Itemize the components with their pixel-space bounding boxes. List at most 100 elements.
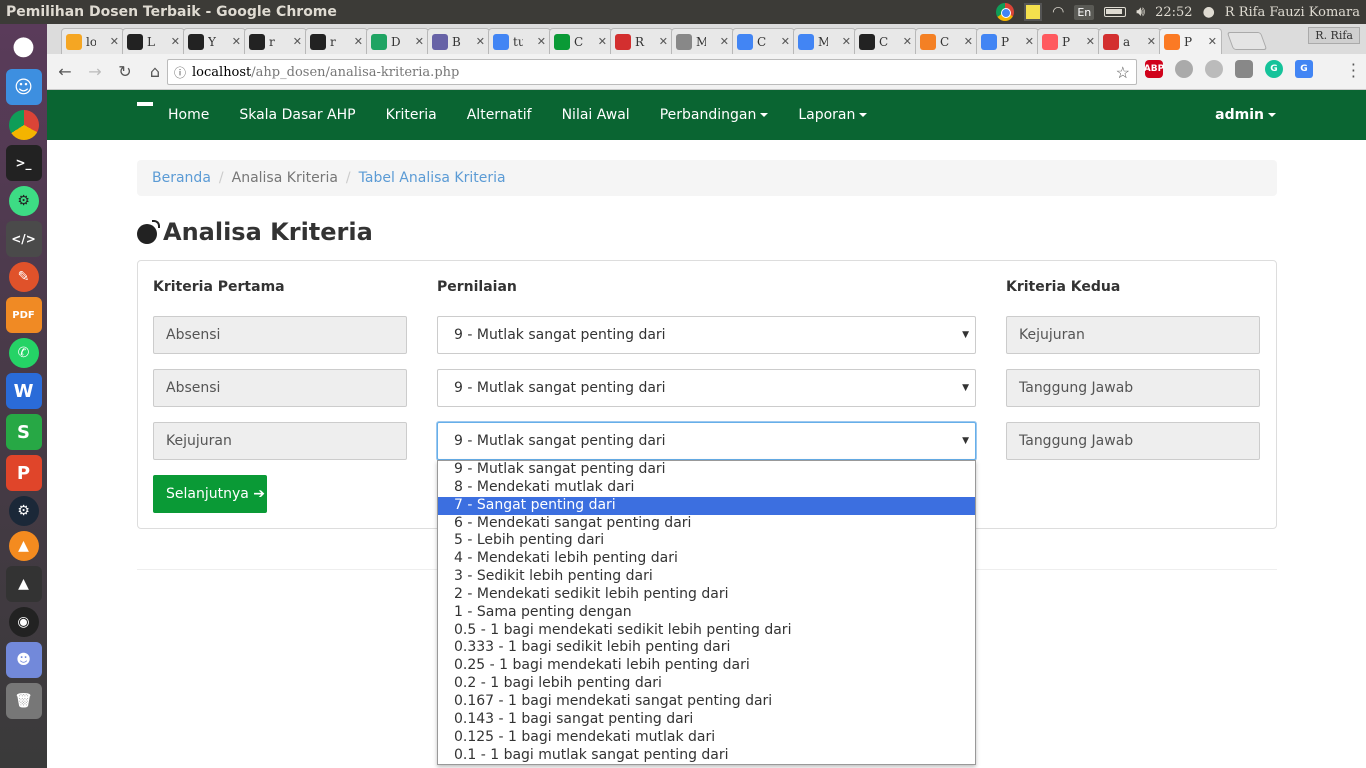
grammarly-icon[interactable]: G: [1265, 60, 1283, 78]
close-tab-icon[interactable]: ✕: [232, 35, 241, 48]
notes-tray-icon[interactable]: [1024, 3, 1043, 21]
rating-option[interactable]: 5 - Lebih penting dari: [438, 532, 975, 550]
chat-extension-icon[interactable]: [1235, 60, 1253, 78]
wps-writer-icon[interactable]: W: [5, 373, 42, 409]
rating-option[interactable]: 8 - Mendekati mutlak dari: [438, 479, 975, 497]
bookmark-star-icon[interactable]: ☆: [1116, 63, 1130, 82]
new-tab-button[interactable]: [1226, 32, 1268, 50]
rating-option[interactable]: 0.143 - 1 bagi sangat penting dari: [438, 711, 975, 729]
nav-nilai-awal[interactable]: Nilai Awal: [547, 90, 645, 140]
pdf-reader-icon[interactable]: PDF: [5, 297, 42, 333]
close-tab-icon[interactable]: ✕: [964, 35, 973, 48]
terminal-icon[interactable]: >_: [5, 145, 42, 181]
browser-tab[interactable]: R ✕: [610, 28, 673, 54]
extension-cube-icon[interactable]: [1175, 60, 1193, 78]
rating-option[interactable]: 7 - Sangat penting dari: [438, 496, 975, 515]
whatsapp-icon[interactable]: ✆: [8, 338, 39, 368]
close-tab-icon[interactable]: ✕: [354, 35, 363, 48]
navbar-brand[interactable]: [137, 102, 153, 106]
wps-presentation-icon[interactable]: P: [5, 455, 42, 491]
close-tab-icon[interactable]: ✕: [903, 35, 912, 48]
close-tab-icon[interactable]: ✕: [110, 35, 119, 48]
chrome-tray-icon[interactable]: [996, 3, 1015, 21]
browser-tab[interactable]: lo ✕: [61, 28, 124, 54]
rating-option[interactable]: 0.167 - 1 bagi mendekati sangat penting …: [438, 693, 975, 711]
browser-tab[interactable]: P ✕: [976, 28, 1039, 54]
rating-option[interactable]: 0.125 - 1 bagi mendekati mutlak dari: [438, 729, 975, 747]
wifi-icon[interactable]: ◠: [1052, 4, 1064, 20]
browser-tab[interactable]: D ✕: [366, 28, 429, 54]
nav-perbandingan-dropdown[interactable]: Perbandingan: [645, 90, 784, 140]
globe-extension-icon[interactable]: [1205, 60, 1223, 78]
close-tab-icon[interactable]: ✕: [415, 35, 424, 48]
rating-option[interactable]: 3 - Sedikit lebih penting dari: [438, 568, 975, 586]
rating-option[interactable]: 0.25 - 1 bagi mendekati lebih penting da…: [438, 657, 975, 675]
browser-tab[interactable]: P ✕: [1159, 28, 1222, 54]
browser-tab[interactable]: C ✕: [854, 28, 917, 54]
nav-alternatif[interactable]: Alternatif: [452, 90, 547, 140]
rating-option[interactable]: 2 - Mendekati sedikit lebih penting dari: [438, 586, 975, 604]
close-tab-icon[interactable]: ✕: [720, 35, 729, 48]
inkscape-icon[interactable]: ▲: [5, 566, 42, 602]
translate-extension-icon[interactable]: G: [1295, 60, 1313, 78]
chrome-launcher-icon[interactable]: [8, 110, 39, 140]
clock[interactable]: 22:52: [1155, 5, 1192, 20]
rating-option[interactable]: 0.333 - 1 bagi sedikit lebih penting dar…: [438, 639, 975, 657]
nav-skala-dasar-ahp[interactable]: Skala Dasar AHP: [224, 90, 370, 140]
browser-tab[interactable]: C ✕: [549, 28, 612, 54]
obs-icon[interactable]: ◉: [8, 607, 39, 637]
vlc-icon[interactable]: ▲: [8, 531, 39, 561]
close-tab-icon[interactable]: ✕: [842, 35, 851, 48]
browser-tab[interactable]: r ✕: [244, 28, 307, 54]
browser-tab[interactable]: a ✕: [1098, 28, 1161, 54]
rating-option[interactable]: 0.1 - 1 bagi mutlak sangat penting dari: [438, 747, 975, 765]
browser-tab[interactable]: tu ✕: [488, 28, 551, 54]
browser-tab[interactable]: P ✕: [1037, 28, 1100, 54]
session-user[interactable]: R Rifa Fauzi Komara: [1225, 5, 1360, 20]
profile-button[interactable]: R. Rifa: [1308, 27, 1360, 44]
android-studio-icon[interactable]: ⚙: [8, 186, 39, 216]
pencil-app-icon[interactable]: ✎: [8, 262, 39, 292]
close-tab-icon[interactable]: ✕: [1147, 35, 1156, 48]
close-tab-icon[interactable]: ✕: [1086, 35, 1095, 48]
user-menu[interactable]: admin: [1215, 90, 1276, 140]
reload-icon[interactable]: ↻: [113, 60, 137, 84]
browser-tab[interactable]: L ✕: [122, 28, 185, 54]
browser-tab[interactable]: C ✕: [732, 28, 795, 54]
steam-icon[interactable]: ⚙: [8, 496, 39, 526]
adblock-plus-icon[interactable]: ABP: [1144, 60, 1164, 78]
sublime-text-icon[interactable]: </>: [5, 221, 42, 257]
nav-laporan-dropdown[interactable]: Laporan: [783, 90, 882, 140]
browser-tab[interactable]: M ✕: [671, 28, 734, 54]
finder-icon[interactable]: ☺: [5, 69, 42, 105]
rating-option[interactable]: 4 - Mendekati lebih penting dari: [438, 550, 975, 568]
close-tab-icon[interactable]: ✕: [659, 35, 668, 48]
close-tab-icon[interactable]: ✕: [781, 35, 790, 48]
discord-icon[interactable]: ☻: [5, 642, 42, 678]
wps-spreadsheet-icon[interactable]: S: [5, 414, 42, 450]
forward-icon[interactable]: →: [83, 60, 107, 84]
address-bar[interactable]: ⓘ localhost/ahp_dosen/analisa-kriteria.p…: [167, 59, 1137, 85]
nav-home[interactable]: Home: [153, 90, 224, 140]
keyboard-language-indicator[interactable]: En: [1074, 4, 1095, 20]
next-button[interactable]: Selanjutnya ➔: [153, 475, 267, 513]
volume-icon[interactable]: 🔊︎: [1136, 4, 1145, 20]
rating-select[interactable]: 9 - Mutlak sangat penting dari ▼: [437, 369, 976, 407]
browser-tab[interactable]: B ✕: [427, 28, 490, 54]
rating-option[interactable]: 1 - Sama penting dengan: [438, 604, 975, 622]
breadcrumb-tabel-analisa[interactable]: Tabel Analisa Kriteria: [359, 170, 506, 186]
apple-launcher-icon[interactable]: ●: [6, 28, 42, 64]
browser-tab[interactable]: C ✕: [915, 28, 978, 54]
close-tab-icon[interactable]: ✕: [1025, 35, 1034, 48]
back-icon[interactable]: ←: [53, 60, 77, 84]
trash-icon[interactable]: 🗑︎: [5, 683, 42, 719]
browser-tab[interactable]: r ✕: [305, 28, 368, 54]
close-tab-icon[interactable]: ✕: [1208, 35, 1217, 48]
rating-select-open[interactable]: 9 - Mutlak sangat penting dari ▼: [437, 422, 976, 460]
close-tab-icon[interactable]: ✕: [293, 35, 302, 48]
breadcrumb-beranda[interactable]: Beranda: [152, 170, 211, 186]
rating-option[interactable]: 0.5 - 1 bagi mendekati sedikit lebih pen…: [438, 622, 975, 640]
info-icon[interactable]: ⓘ: [174, 64, 186, 81]
close-tab-icon[interactable]: ✕: [537, 35, 546, 48]
browser-menu-icon[interactable]: · · ·: [1351, 57, 1356, 85]
